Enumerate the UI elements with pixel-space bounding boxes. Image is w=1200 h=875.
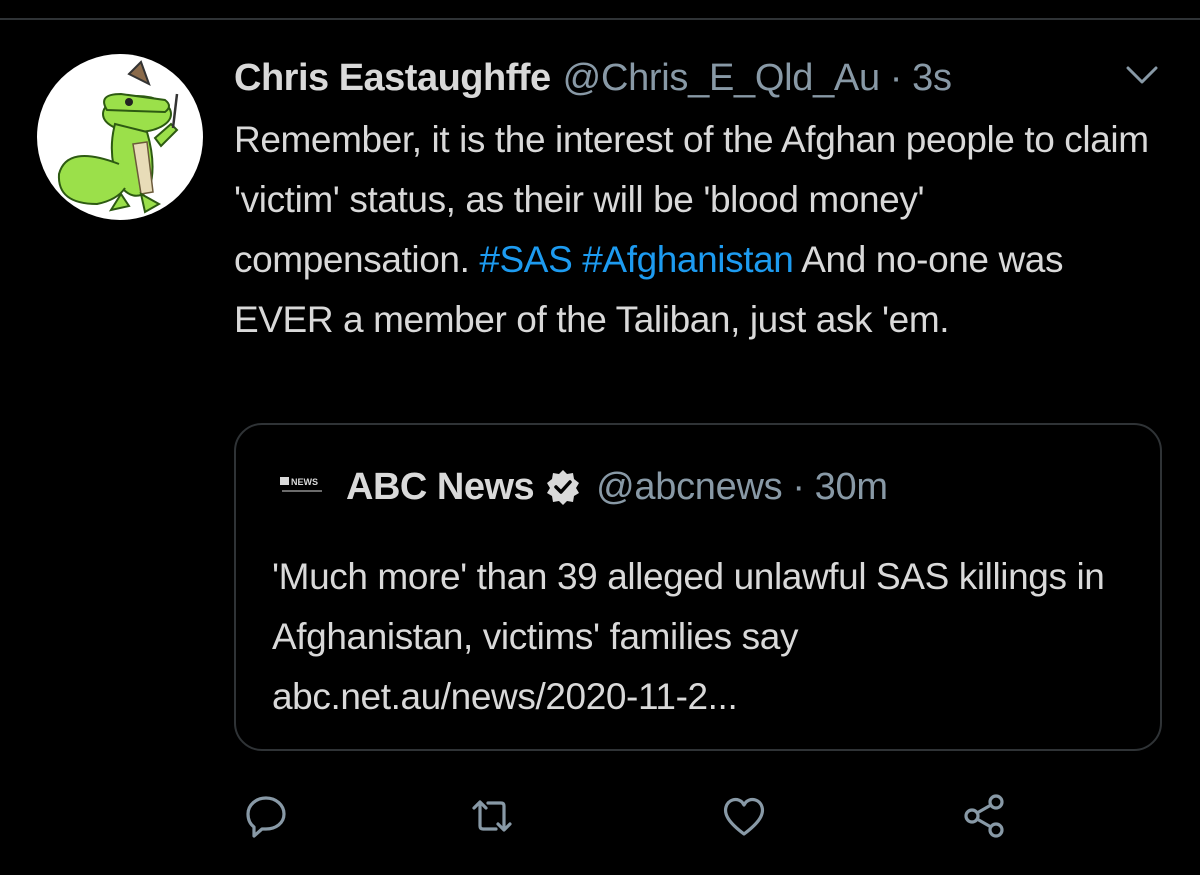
retweet-icon[interactable] — [468, 792, 516, 840]
quoted-display-name[interactable]: ABC News — [346, 463, 535, 511]
display-name[interactable]: Chris Eastaughffe — [234, 54, 551, 102]
quoted-handle[interactable]: @abcnews — [596, 463, 782, 511]
verified-badge-icon — [547, 470, 580, 505]
svg-text:NEWS: NEWS — [291, 477, 318, 487]
hashtag-sas[interactable]: #SAS — [479, 239, 572, 280]
quoted-timestamp[interactable]: 30m — [815, 463, 888, 511]
quoted-separator: · — [792, 466, 805, 508]
quoted-tweet-header: ABC News @abcnews · 30m — [346, 463, 888, 511]
chevron-down-icon[interactable] — [1122, 60, 1162, 90]
hashtag-afghanistan[interactable]: #Afghanistan — [582, 239, 794, 280]
quoted-tweet-card[interactable]: NEWS ABC News @abcnews · 30m 'Much more'… — [234, 423, 1162, 751]
timestamp[interactable]: 3s — [912, 54, 952, 102]
handle[interactable]: @Chris_E_Qld_Au — [563, 54, 880, 102]
abc-news-logo: NEWS — [280, 475, 326, 497]
tweet-text: Remember, it is the interest of the Afgh… — [234, 110, 1164, 350]
separator: · — [889, 57, 903, 99]
heart-icon[interactable] — [720, 792, 768, 840]
avatar-image — [57, 60, 179, 214]
top-divider — [0, 18, 1200, 20]
avatar[interactable] — [37, 54, 203, 220]
share-icon[interactable] — [960, 792, 1008, 840]
quoted-tweet-text: 'Much more' than 39 alleged unlawful SAS… — [272, 556, 1105, 717]
tweet-text-part — [572, 239, 582, 280]
tweet-header: Chris Eastaughffe @Chris_E_Qld_Au · 3s — [234, 54, 952, 102]
reply-icon[interactable] — [242, 792, 290, 840]
